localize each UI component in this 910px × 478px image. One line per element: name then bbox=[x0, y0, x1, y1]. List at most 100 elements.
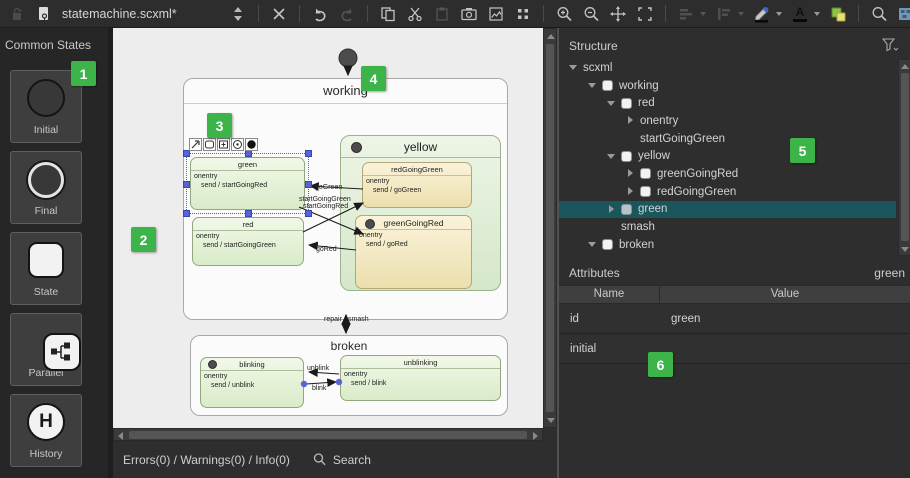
open-file-name[interactable]: statemachine.scxml* bbox=[62, 7, 220, 21]
zoom-out-icon[interactable] bbox=[582, 5, 600, 23]
add-transition-tool[interactable] bbox=[189, 138, 202, 151]
add-parallel-tool[interactable] bbox=[217, 138, 230, 151]
label-blink[interactable]: blink bbox=[312, 385, 326, 392]
expander-icon[interactable] bbox=[626, 116, 635, 125]
label-repair[interactable]: repair bbox=[324, 316, 342, 323]
expander-icon[interactable] bbox=[569, 63, 578, 72]
label-goGreen[interactable]: goGreen bbox=[315, 184, 342, 191]
selection-handle[interactable] bbox=[183, 150, 190, 157]
document-switcher-icon[interactable] bbox=[229, 5, 247, 23]
scxml-canvas[interactable]: working yellow green onentry send / star… bbox=[113, 28, 543, 428]
font-color-dropdown-icon[interactable] bbox=[814, 12, 820, 16]
zoom-in-icon[interactable] bbox=[555, 5, 573, 23]
tree-item-green-selected[interactable]: green bbox=[559, 201, 896, 219]
palette-parallel-button[interactable]: Parallel bbox=[10, 313, 82, 386]
adjust-icon[interactable] bbox=[715, 5, 733, 23]
column-value[interactable]: Value bbox=[660, 286, 910, 303]
search-icon[interactable] bbox=[312, 452, 327, 467]
expander-icon[interactable] bbox=[607, 152, 616, 161]
expander-icon[interactable] bbox=[607, 205, 616, 214]
state-icon bbox=[602, 80, 613, 91]
expander-icon[interactable] bbox=[607, 99, 616, 108]
pan-icon[interactable] bbox=[609, 5, 627, 23]
add-initial-tool[interactable] bbox=[245, 138, 258, 151]
export-canvas-icon[interactable] bbox=[487, 5, 505, 23]
attr-value[interactable]: green bbox=[660, 313, 910, 325]
fit-to-view-icon[interactable] bbox=[636, 5, 654, 23]
lock-icon[interactable] bbox=[8, 5, 26, 23]
palette-initial-label: Initial bbox=[34, 124, 59, 136]
selection-handle[interactable] bbox=[183, 181, 190, 188]
paste-icon[interactable] bbox=[433, 5, 451, 23]
tree-scrollbar[interactable] bbox=[898, 59, 910, 256]
filter-icon[interactable] bbox=[882, 38, 898, 57]
tree-item-redGoingGreen[interactable]: redGoingGreen bbox=[559, 183, 896, 201]
search-label[interactable]: Search bbox=[333, 453, 371, 467]
add-history-tool[interactable] bbox=[231, 138, 244, 151]
tree-item-startGoingGreen[interactable]: startGoingGreen bbox=[559, 130, 896, 148]
tree-item-smash[interactable]: smash bbox=[559, 218, 896, 236]
canvas-vscrollbar[interactable] bbox=[543, 28, 557, 428]
expander-spacer bbox=[626, 134, 635, 143]
selection-handle[interactable] bbox=[245, 210, 252, 217]
scroll-right-icon[interactable] bbox=[533, 432, 538, 440]
transition-unblink[interactable] bbox=[309, 372, 339, 374]
scroll-left-icon[interactable] bbox=[118, 432, 123, 440]
selection-handle[interactable] bbox=[245, 150, 252, 157]
close-icon[interactable] bbox=[270, 5, 288, 23]
initial-pseudostate[interactable] bbox=[339, 49, 357, 67]
scroll-down-icon[interactable] bbox=[901, 247, 909, 252]
selection-handle[interactable] bbox=[305, 210, 312, 217]
label-smash[interactable]: smash bbox=[348, 316, 369, 323]
selection-handle[interactable] bbox=[305, 181, 312, 188]
theme-colors-icon[interactable] bbox=[829, 5, 847, 23]
snap-grid-icon[interactable] bbox=[514, 5, 532, 23]
palette-final-button[interactable]: Final bbox=[10, 151, 82, 224]
issues-summary[interactable]: Errors(0) / Warnings(0) / Info(0) bbox=[123, 453, 290, 467]
font-color-icon[interactable]: A bbox=[791, 5, 809, 23]
canvas-hscrollbar[interactable] bbox=[113, 428, 543, 441]
state-icon bbox=[621, 98, 632, 109]
column-name[interactable]: Name bbox=[559, 286, 660, 303]
tree-item-greenGoingRed[interactable]: greenGoingRed bbox=[559, 165, 896, 183]
search-icon[interactable] bbox=[870, 5, 888, 23]
expander-icon[interactable] bbox=[588, 81, 597, 90]
selection-handle[interactable] bbox=[305, 150, 312, 157]
cut-icon[interactable] bbox=[406, 5, 424, 23]
selection-handle[interactable] bbox=[183, 210, 190, 217]
transition-blink[interactable] bbox=[306, 382, 336, 384]
palette-history-button[interactable]: H History bbox=[10, 394, 82, 467]
label-unblink[interactable]: unblink bbox=[307, 365, 329, 372]
tree-scroll-thumb[interactable] bbox=[901, 73, 909, 241]
add-state-tool[interactable] bbox=[203, 138, 216, 151]
scroll-down-icon[interactable] bbox=[547, 418, 555, 423]
adjust-dropdown-icon[interactable] bbox=[738, 12, 744, 16]
tree-item-scxml[interactable]: scxml bbox=[559, 59, 896, 77]
scroll-up-icon[interactable] bbox=[901, 64, 909, 69]
palette-state-button[interactable]: State bbox=[10, 232, 82, 305]
navigator-icon[interactable] bbox=[897, 5, 910, 23]
fill-color-icon[interactable] bbox=[753, 5, 771, 23]
expander-icon[interactable] bbox=[626, 187, 635, 196]
expander-icon[interactable] bbox=[626, 169, 635, 178]
tree-item-onentry[interactable]: onentry bbox=[559, 112, 896, 130]
expander-icon[interactable] bbox=[588, 240, 597, 249]
tree-item-working[interactable]: working bbox=[559, 77, 896, 95]
redo-icon[interactable] bbox=[338, 5, 356, 23]
label-startGoingRed[interactable]: startGoingRed bbox=[303, 203, 348, 210]
transition-endpoint-handle[interactable] bbox=[301, 381, 307, 387]
copy-icon[interactable] bbox=[379, 5, 397, 23]
align-dropdown-icon[interactable] bbox=[700, 12, 706, 16]
transition-endpoint-handle[interactable] bbox=[336, 379, 342, 385]
fill-color-dropdown-icon[interactable] bbox=[776, 12, 782, 16]
vscroll-thumb[interactable] bbox=[546, 44, 554, 412]
label-goRed[interactable]: goRed bbox=[316, 246, 337, 253]
hscroll-thumb[interactable] bbox=[129, 431, 527, 439]
tree-item-broken[interactable]: broken bbox=[559, 236, 896, 254]
align-icon[interactable] bbox=[677, 5, 695, 23]
scroll-up-icon[interactable] bbox=[547, 34, 555, 39]
screenshot-icon[interactable] bbox=[460, 5, 478, 23]
tree-item-red[interactable]: red bbox=[559, 94, 896, 112]
tree-item-yellow[interactable]: yellow bbox=[559, 147, 896, 165]
undo-icon[interactable] bbox=[311, 5, 329, 23]
